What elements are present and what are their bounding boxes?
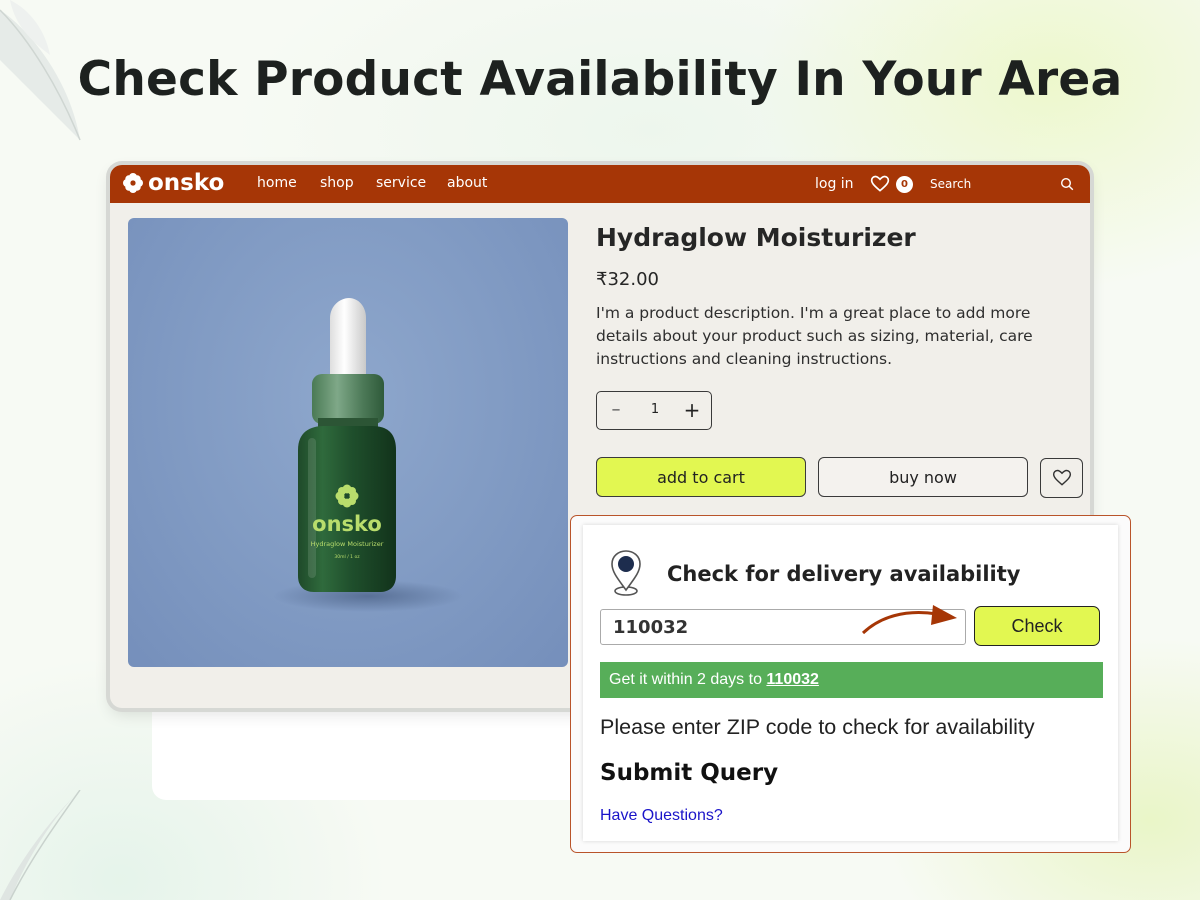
bottle-product-label: Hydraglow Moisturizer — [311, 540, 384, 548]
success-zip-link[interactable]: 110032 — [766, 671, 819, 688]
serum-bottle-image: onsko Hydraglow Moisturizer 30ml / 1 oz — [273, 298, 463, 612]
quantity-stepper: – 1 + — [596, 391, 712, 430]
product-price: ₹32.00 — [596, 269, 659, 290]
search-link[interactable]: Search — [930, 177, 971, 191]
check-button[interactable]: Check — [974, 606, 1100, 646]
heart-icon — [1052, 469, 1071, 486]
store-navbar: onsko home shop service about log in 0 S… — [110, 165, 1090, 203]
onsko-flower-logo-icon — [123, 173, 143, 193]
location-pin-icon — [611, 550, 641, 596]
search-icon[interactable] — [1060, 177, 1074, 191]
bottle-size-label: 30ml / 1 oz — [334, 554, 360, 560]
success-message-text: Get it within 2 days to — [609, 671, 767, 688]
delivery-title: Check for delivery availability — [667, 562, 1021, 586]
brand-name: onsko — [148, 170, 225, 196]
nav-link-about[interactable]: about — [447, 175, 487, 191]
delivery-check-card: Check for delivery availability Check Ge… — [583, 525, 1118, 841]
wishlist-button[interactable] — [1040, 458, 1083, 498]
page-headline: Check Product Availability In Your Area — [77, 52, 1123, 107]
increment-button[interactable]: + — [683, 398, 701, 422]
nav-link-shop[interactable]: shop — [320, 175, 354, 191]
zip-instruction-text: Please enter ZIP code to check for avail… — [600, 715, 1035, 739]
product-description: I'm a product description. I'm a great p… — [596, 304, 1033, 368]
delivery-success-message: Get it within 2 days to 110032 — [600, 662, 1103, 698]
login-link[interactable]: log in — [815, 176, 854, 192]
nav-link-service[interactable]: service — [376, 175, 426, 191]
heart-icon[interactable] — [870, 174, 890, 194]
product-title: Hydraglow Moisturizer — [596, 223, 916, 252]
buy-now-button[interactable]: buy now — [818, 457, 1028, 497]
product-image: onsko Hydraglow Moisturizer 30ml / 1 oz — [128, 218, 568, 667]
cart-count-badge[interactable]: 0 — [896, 176, 913, 193]
curved-arrow-icon — [861, 605, 957, 635]
decorative-leaf-bottom-left — [0, 790, 81, 900]
nav-link-home[interactable]: home — [257, 175, 297, 191]
have-questions-link[interactable]: Have Questions? — [600, 807, 723, 825]
add-to-cart-button[interactable]: add to cart — [596, 457, 806, 497]
background-card — [152, 700, 592, 800]
delivery-check-panel: Check for delivery availability Check Ge… — [570, 515, 1131, 853]
brand-logo[interactable]: onsko — [122, 170, 224, 196]
bottle-brand-label: onsko — [312, 512, 382, 536]
quantity-value[interactable]: 1 — [645, 402, 665, 417]
decrement-button[interactable]: – — [607, 399, 625, 420]
submit-query-heading: Submit Query — [600, 760, 779, 786]
